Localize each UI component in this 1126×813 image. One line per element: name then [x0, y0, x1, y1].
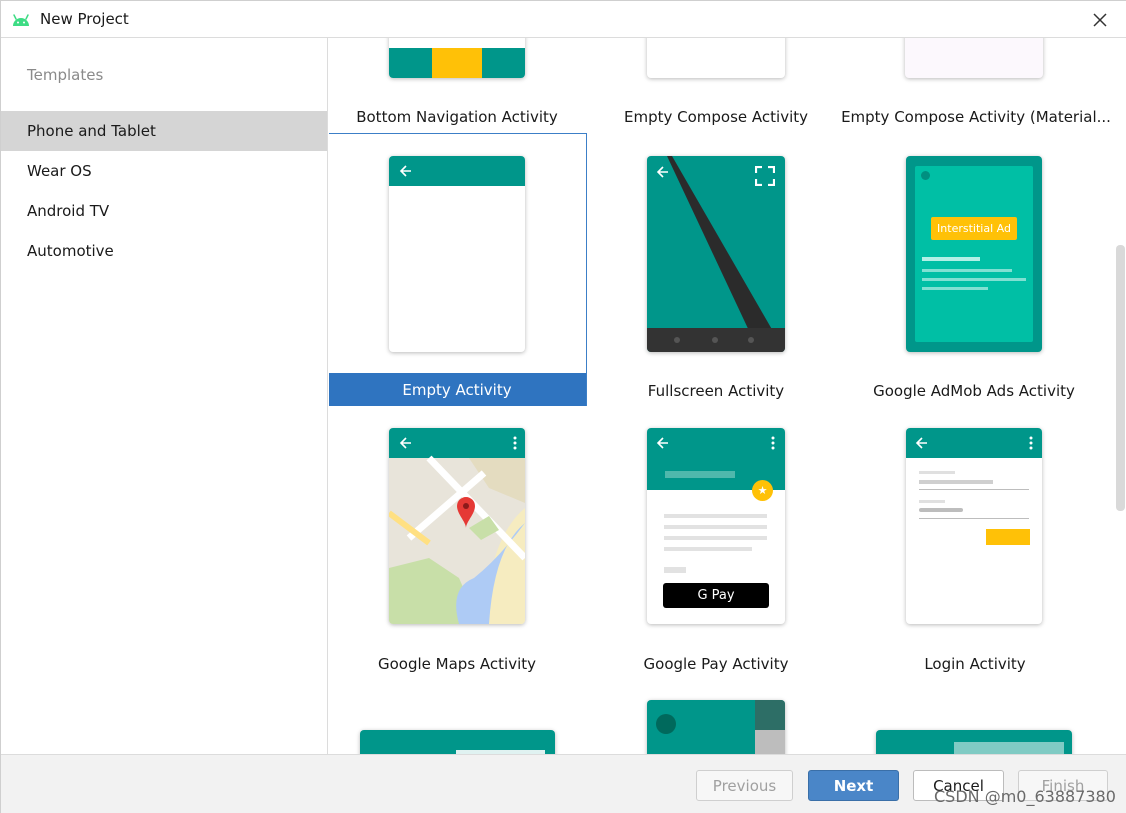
template-label: Google Pay Activity: [643, 655, 789, 673]
template-label: Google Maps Activity: [378, 655, 536, 673]
partial-template-thumbnail[interactable]: [360, 730, 555, 754]
template-label: Empty Compose Activity (Material...: [841, 108, 1111, 126]
partial-template-thumbnail[interactable]: [647, 700, 785, 754]
fullscreen-icon: [755, 166, 775, 186]
interstitial-ad-badge: Interstitial Ad: [931, 217, 1017, 240]
google-pay-button: G Pay: [663, 583, 769, 608]
sidebar-item-wear-os[interactable]: Wear OS: [1, 151, 327, 191]
new-project-dialog: New Project Templates Phone and Tablet W…: [0, 0, 1126, 813]
login-thumbnail: [906, 428, 1042, 624]
sidebar-item-android-tv[interactable]: Android TV: [1, 191, 327, 231]
android-icon: [13, 14, 29, 26]
window-title: New Project: [40, 10, 129, 28]
template-label: Google AdMob Ads Activity: [873, 382, 1075, 400]
star-icon: ★: [752, 480, 773, 501]
partial-template-thumbnail[interactable]: [876, 730, 1072, 754]
admob-thumbnail: Interstitial Ad: [906, 156, 1042, 352]
fullscreen-thumbnail: [647, 156, 785, 352]
close-button[interactable]: [1087, 7, 1113, 33]
vertical-scrollbar[interactable]: [1116, 245, 1125, 511]
template-label: Empty Compose Activity: [623, 108, 808, 126]
bottom-navigation-thumbnail: [389, 38, 525, 78]
back-arrow-icon: [399, 165, 411, 177]
template-label: Fullscreen Activity: [647, 382, 785, 400]
sidebar-item-phone-and-tablet[interactable]: Phone and Tablet: [1, 111, 327, 151]
previous-button[interactable]: Previous: [696, 770, 793, 801]
back-arrow-icon: [915, 437, 927, 449]
close-icon: [1093, 13, 1107, 27]
overflow-menu-icon: [1029, 436, 1033, 450]
sidebar-item-automotive[interactable]: Automotive: [1, 231, 327, 271]
template-label: Login Activity: [924, 655, 1026, 673]
template-label: Bottom Navigation Activity: [356, 108, 558, 126]
back-arrow-icon: [399, 437, 411, 449]
template-gallery: Bottom Navigation Activity Empty Compose…: [329, 38, 1126, 754]
next-button[interactable]: Next: [808, 770, 899, 801]
template-category-sidebar: Templates Phone and Tablet Wear OS Andro…: [1, 38, 328, 754]
empty-compose-thumbnail: [647, 38, 785, 78]
watermark: CSDN @m0_63887380: [934, 787, 1116, 806]
empty-activity-thumbnail: [389, 156, 525, 352]
overflow-menu-icon: [513, 436, 517, 450]
google-pay-thumbnail: ★ G Pay: [647, 428, 785, 624]
overflow-menu-icon: [771, 436, 775, 450]
empty-compose-material-thumbnail: [905, 38, 1043, 78]
title-bar: New Project: [1, 1, 1126, 38]
back-arrow-icon: [656, 437, 668, 449]
back-arrow-icon: [656, 166, 668, 178]
google-maps-thumbnail: [389, 428, 525, 624]
sidebar-heading: Templates: [27, 66, 104, 84]
template-label-selected: Empty Activity: [402, 381, 512, 399]
